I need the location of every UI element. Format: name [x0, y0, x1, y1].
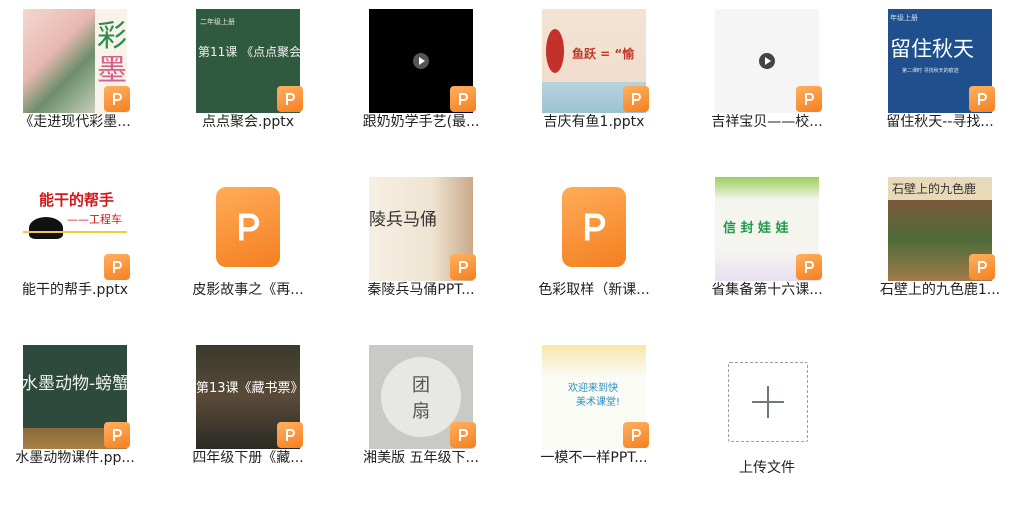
- thumb-text: 第11课 《点点聚会: [198, 45, 300, 59]
- upload-button[interactable]: [728, 362, 808, 442]
- file-name: 吉庆有鱼1.pptx: [543, 114, 645, 130]
- file-item[interactable]: 色彩取样（新课...: [519, 168, 689, 338]
- file-name: 留住秋天--寻找...: [886, 114, 994, 130]
- thumb-text: 年级上册: [890, 14, 918, 22]
- thumb-text: 鱼跃 = “愉: [572, 47, 635, 61]
- thumb-text: 墨: [97, 53, 127, 88]
- ppt-icon: [104, 254, 130, 280]
- ppt-icon: [277, 86, 303, 112]
- file-item[interactable]: 第13课《藏书票》 四年级下册《藏...: [173, 336, 343, 506]
- file-name: 湘美版 五年级下...: [363, 450, 479, 466]
- ppt-icon: [796, 254, 822, 280]
- ppt-icon: [450, 254, 476, 280]
- file-name: 跟奶奶学手艺(最...: [362, 114, 480, 130]
- thumb-text: 水墨动物-螃蟹: [23, 374, 127, 394]
- ppt-icon: [796, 86, 822, 112]
- file-name: 《走进现代彩墨...: [19, 114, 131, 130]
- thumb-text: 能干的帮手: [39, 191, 115, 209]
- file-item[interactable]: 二年级上册 第11课 《点点聚会 点点聚会.pptx: [173, 0, 343, 170]
- upload-label: 上传文件: [739, 460, 795, 476]
- ppt-file-icon: [216, 187, 280, 267]
- file-item[interactable]: 皮影故事之《再...: [173, 168, 343, 338]
- file-item[interactable]: 欢迎来到快 美术课堂! 一模不一样PPT...: [519, 336, 689, 506]
- thumb-text: 留住秋天: [890, 37, 974, 61]
- ppt-file-icon: [562, 187, 626, 267]
- play-icon: [413, 53, 429, 69]
- thumb-text: 陵兵马俑: [369, 210, 437, 230]
- ppt-icon: [104, 86, 130, 112]
- ppt-icon: [450, 422, 476, 448]
- file-item[interactable]: 年级上册 留住秋天 第二课时 寻找秋天的痕迹 留住秋天--寻找...: [865, 0, 1012, 170]
- ppt-icon: [104, 422, 130, 448]
- thumb-text: 二年级上册: [200, 18, 235, 26]
- thumb-text: 欢迎来到快: [568, 383, 618, 394]
- thumb-text: 第二课时 寻找秋天的痕迹: [902, 68, 959, 74]
- thumb-text: 团: [412, 375, 430, 396]
- thumb-text: 信 封 娃 娃: [723, 221, 789, 236]
- thumb-text: 第13课《藏书票》: [196, 381, 300, 396]
- file-item[interactable]: 团 扇 湘美版 五年级下...: [346, 336, 516, 506]
- file-item[interactable]: 能干的帮手 ——工程车 能干的帮手.pptx: [0, 168, 170, 338]
- file-name: 四年级下册《藏...: [192, 450, 304, 466]
- file-item[interactable]: 水墨动物-螃蟹 水墨动物课件.pp...: [0, 336, 170, 506]
- file-item[interactable]: 鱼跃 = “愉 吉庆有鱼1.pptx: [519, 0, 689, 170]
- file-name: 吉祥宝贝——校...: [711, 114, 823, 130]
- plus-icon: [767, 386, 769, 418]
- ppt-icon: [623, 86, 649, 112]
- thumb-text: 石壁上的九色鹿: [892, 182, 977, 196]
- file-grid: 彩 墨 《走进现代彩墨... 二年级上册 第11课 《点点聚会 点点聚会.ppt…: [0, 0, 1012, 494]
- file-item[interactable]: 石壁上的九色鹿 石壁上的九色鹿1...: [865, 168, 1012, 338]
- ppt-icon: [969, 254, 995, 280]
- thumb-text: 扇: [412, 401, 430, 422]
- ppt-icon: [623, 422, 649, 448]
- file-name: 一模不一样PPT...: [540, 450, 648, 466]
- file-name: 水墨动物课件.pp...: [15, 450, 135, 466]
- play-icon: [759, 53, 775, 69]
- thumb-text: 美术课堂!: [576, 397, 621, 408]
- file-item[interactable]: 陵兵马俑 秦陵兵马俑PPT...: [346, 168, 516, 338]
- file-item[interactable]: 跟奶奶学手艺(最...: [346, 0, 516, 170]
- file-name: 省集备第十六课...: [711, 282, 823, 298]
- file-thumbnail: [196, 177, 300, 281]
- ppt-icon: [450, 86, 476, 112]
- file-name: 能干的帮手.pptx: [22, 282, 128, 298]
- file-name: 点点聚会.pptx: [202, 114, 294, 130]
- file-name: 色彩取样（新课...: [538, 282, 650, 298]
- file-item[interactable]: 信 封 娃 娃 省集备第十六课...: [692, 168, 862, 338]
- file-name: 秦陵兵马俑PPT...: [367, 282, 475, 298]
- file-thumbnail: [542, 177, 646, 281]
- ppt-icon: [277, 422, 303, 448]
- thumb-text: ——工程车: [67, 213, 122, 226]
- file-item[interactable]: 彩 墨 《走进现代彩墨...: [0, 0, 170, 170]
- ppt-icon: [969, 86, 995, 112]
- file-name: 石壁上的九色鹿1...: [879, 282, 1001, 298]
- file-name: 皮影故事之《再...: [192, 282, 304, 298]
- file-item[interactable]: 吉祥宝贝——校...: [692, 0, 862, 170]
